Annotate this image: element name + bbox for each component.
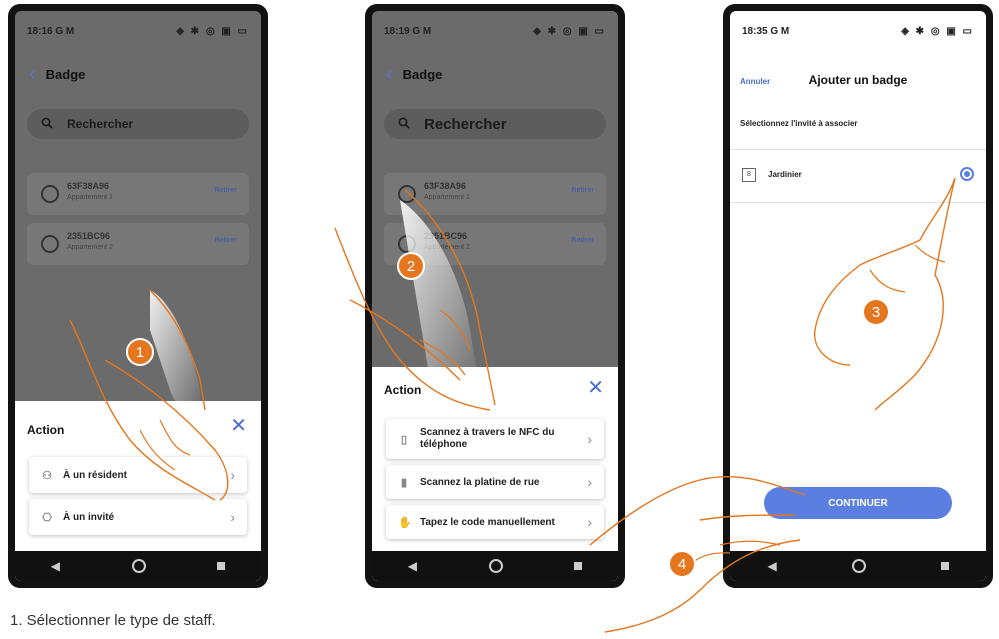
option-label: À un résident bbox=[63, 469, 127, 481]
guest-name: Jardinier bbox=[768, 170, 802, 179]
door-panel-icon: ▮ bbox=[400, 476, 408, 489]
list-item[interactable]: 2351BC96 Appartement 2 Retirer bbox=[27, 223, 249, 265]
recents-icon[interactable] bbox=[574, 562, 583, 570]
phone-nfc-icon: ▯ bbox=[400, 433, 408, 446]
badge-apartment: Appartement 2 bbox=[424, 244, 470, 251]
screen-3: 18:35 G M ◈ ✱ ◎ ▣ ▭ Annuler Ajouter un b… bbox=[730, 11, 986, 581]
home-icon[interactable] bbox=[851, 559, 866, 573]
guest-icon: 8 bbox=[742, 168, 756, 182]
recents-icon[interactable] bbox=[217, 562, 226, 570]
remove-button[interactable]: Retirer bbox=[214, 237, 237, 244]
search-input[interactable]: Rechercher bbox=[27, 109, 249, 139]
badge-apartment: Appartement 1 bbox=[424, 194, 470, 201]
guest-radio[interactable] bbox=[960, 167, 974, 181]
search-input[interactable]: Rechercher bbox=[384, 109, 606, 139]
option-label: Tapez le code manuellement bbox=[420, 516, 555, 528]
option-nfc[interactable]: ▯ Scannez à travers le NFC du téléphone … bbox=[386, 419, 604, 459]
home-icon[interactable] bbox=[488, 559, 503, 573]
chevron-right-icon: › bbox=[587, 431, 592, 447]
status-time: 18:35 bbox=[742, 25, 768, 37]
android-navbar: ◀ bbox=[372, 551, 618, 581]
hand-icon: ✋ bbox=[398, 516, 412, 529]
sheet-title: Action bbox=[27, 423, 65, 437]
status-time: 18:19 bbox=[384, 25, 410, 37]
page-title: Badge bbox=[45, 67, 86, 82]
search-label: Rechercher bbox=[424, 115, 507, 133]
close-icon[interactable]: ✕ bbox=[587, 375, 604, 400]
badge-code: 63F38A96 bbox=[67, 181, 110, 191]
badge-apartment: Appartement 1 bbox=[67, 194, 113, 201]
status-time: 18:16 bbox=[27, 25, 53, 37]
status-app-icons: G M bbox=[412, 25, 432, 37]
screen-2: 18:19 G M ◈ ✱ ◎ ▣ ▭ ‹ Badge Rechercher 6… bbox=[372, 11, 618, 581]
sheet-title: Action bbox=[384, 383, 422, 397]
step-marker-3: 3 bbox=[862, 298, 890, 326]
search-label: Rechercher bbox=[67, 117, 134, 131]
step-marker-2: 2 bbox=[397, 252, 425, 280]
back-icon[interactable]: ◀ bbox=[408, 559, 417, 573]
status-app-icons: G M bbox=[770, 25, 790, 37]
remove-button[interactable]: Retirer bbox=[214, 187, 237, 194]
chevron-right-icon: › bbox=[587, 474, 592, 490]
step-marker-1: 1 bbox=[126, 338, 154, 366]
status-bar: 18:35 G M ◈ ✱ ◎ ▣ ▭ bbox=[730, 11, 986, 51]
option-resident[interactable]: ⚇ À un résident › bbox=[29, 457, 247, 493]
status-app-icons: G M bbox=[55, 25, 75, 37]
home-icon[interactable] bbox=[131, 559, 146, 573]
action-sheet: Action ✕ ▯ Scannez à travers le NFC du t… bbox=[372, 367, 618, 581]
option-label: Scannez la platine de rue bbox=[420, 476, 540, 488]
user-icon: ⚇ bbox=[42, 469, 52, 482]
search-icon bbox=[41, 117, 53, 132]
page-title: Badge bbox=[402, 67, 443, 82]
option-guest[interactable]: ⎔ À un invité › bbox=[29, 499, 247, 535]
status-bar: 18:19 G M ◈ ✱ ◎ ▣ ▭ bbox=[372, 11, 618, 51]
phone-1: 18:16 G M ◈ ✱ ◎ ▣ ▭ ‹ Badge Rechercher 6… bbox=[8, 4, 268, 588]
back-icon[interactable]: ◀ bbox=[767, 559, 776, 573]
badge-icon bbox=[398, 185, 416, 203]
badge-code: 2351BC96 bbox=[424, 231, 468, 241]
badge-code: 2351BC96 bbox=[67, 231, 111, 241]
page-title: Ajouter un badge bbox=[808, 73, 908, 87]
badge-code: 63F38A96 bbox=[424, 181, 467, 191]
guest-icon: ⎔ bbox=[42, 511, 52, 524]
recents-icon[interactable] bbox=[940, 562, 949, 570]
list-item[interactable]: 63F38A96 Appartement 1 Retirer bbox=[384, 173, 606, 215]
status-system-icons: ◈ ✱ ◎ ▣ ▭ bbox=[533, 25, 606, 37]
back-chevron-icon[interactable]: ‹ bbox=[386, 63, 393, 86]
android-navbar: ◀ bbox=[730, 551, 986, 581]
badge-icon bbox=[398, 235, 416, 253]
phone-3: 18:35 G M ◈ ✱ ◎ ▣ ▭ Annuler Ajouter un b… bbox=[723, 4, 993, 588]
instruction-caption: 1. Sélectionner le type de staff. bbox=[10, 612, 216, 629]
android-navbar: ◀ bbox=[15, 551, 261, 581]
remove-button[interactable]: Retirer bbox=[571, 237, 594, 244]
badge-apartment: Appartement 2 bbox=[67, 244, 113, 251]
status-bar: 18:16 G M ◈ ✱ ◎ ▣ ▭ bbox=[15, 11, 261, 51]
badge-icon bbox=[41, 235, 59, 253]
back-chevron-icon[interactable]: ‹ bbox=[29, 63, 36, 86]
chevron-right-icon: › bbox=[230, 467, 235, 483]
continue-button[interactable]: CONTINUER bbox=[764, 487, 952, 519]
option-label: À un invité bbox=[63, 511, 115, 523]
option-label: Scannez à travers le NFC du téléphone bbox=[420, 427, 555, 450]
chevron-right-icon: › bbox=[230, 509, 235, 525]
badge-icon bbox=[41, 185, 59, 203]
header: ‹ Badge bbox=[386, 63, 442, 86]
search-icon bbox=[398, 116, 410, 133]
close-icon[interactable]: ✕ bbox=[230, 413, 247, 438]
screen-1: 18:16 G M ◈ ✱ ◎ ▣ ▭ ‹ Badge Rechercher 6… bbox=[15, 11, 261, 581]
back-icon[interactable]: ◀ bbox=[51, 559, 60, 573]
radio-selected-icon bbox=[964, 171, 970, 177]
chevron-right-icon: › bbox=[587, 514, 592, 530]
step-marker-4: 4 bbox=[668, 550, 696, 578]
guest-row[interactable]: 8 Jardinier bbox=[730, 149, 986, 203]
phone-2: 18:19 G M ◈ ✱ ◎ ▣ ▭ ‹ Badge Rechercher 6… bbox=[365, 4, 625, 588]
option-door-panel[interactable]: ▮ Scannez la platine de rue › bbox=[386, 465, 604, 499]
status-system-icons: ◈ ✱ ◎ ▣ ▭ bbox=[176, 25, 249, 37]
remove-button[interactable]: Retirer bbox=[571, 187, 594, 194]
status-system-icons: ◈ ✱ ◎ ▣ ▭ bbox=[901, 25, 974, 37]
section-label: Sélectionnez l'invité à associer bbox=[740, 119, 858, 128]
option-manual-code[interactable]: ✋ Tapez le code manuellement › bbox=[386, 505, 604, 539]
header: ‹ Badge bbox=[29, 63, 85, 86]
list-item[interactable]: 63F38A96 Appartement 1 Retirer bbox=[27, 173, 249, 215]
